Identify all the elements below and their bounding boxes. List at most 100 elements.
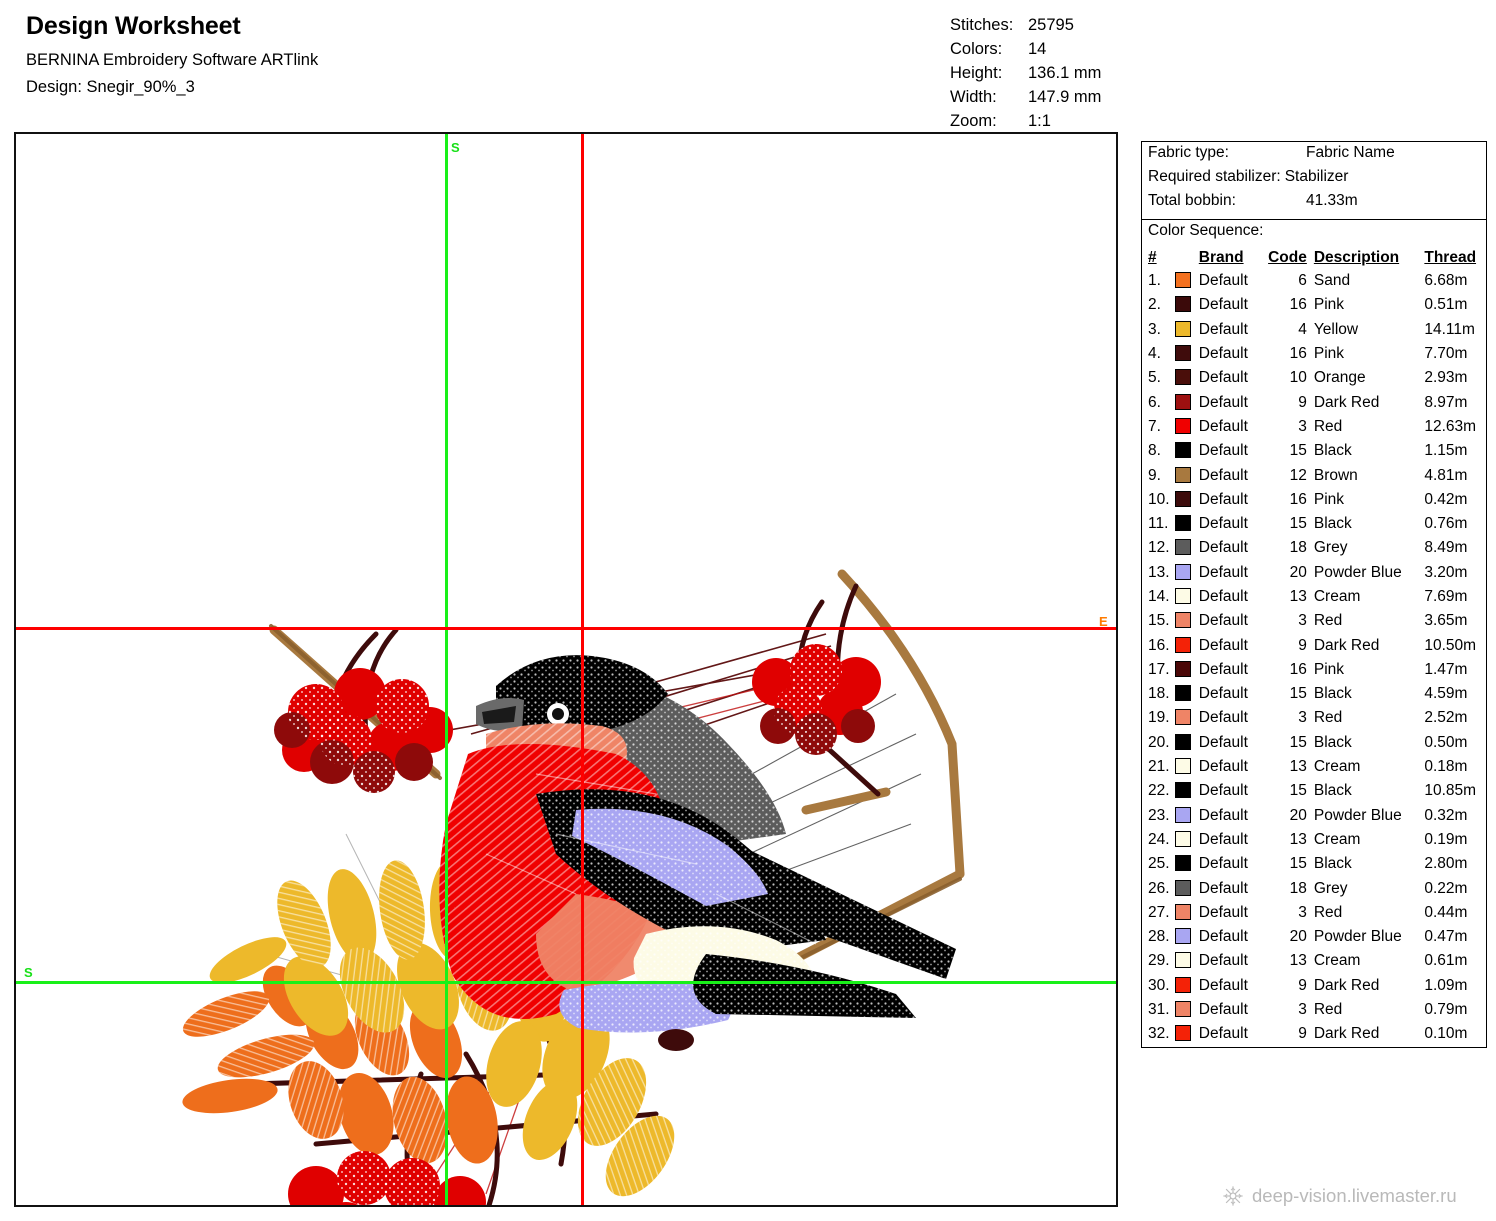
thread-color-swatch: [1174, 585, 1199, 609]
swatch-box: [1174, 588, 1191, 604]
row-thread-length: 0.22m: [1424, 879, 1468, 897]
row-brand: Default: [1198, 417, 1248, 435]
design-statistics: Stitches: 25795 Colors: 14 Height: 136.1…: [950, 16, 1101, 136]
color-sequence-row: 27. Default 3 Red 0.44m: [1142, 901, 1486, 925]
thread-color-swatch: [1174, 609, 1199, 633]
color-sequence-row: 17. Default 16 Pink 1.47m: [1142, 658, 1486, 682]
row-code: 13: [1289, 588, 1307, 605]
color-sequence-row: 10. Default 16 Pink 0.42m: [1142, 488, 1486, 512]
row-brand: Default: [1198, 855, 1248, 873]
row-number: 19.: [1148, 709, 1170, 727]
thread-color-swatch: [1174, 415, 1199, 439]
row-brand: Default: [1198, 830, 1248, 848]
color-sequence-row: 14. Default 13 Cream 7.69m: [1142, 585, 1486, 609]
row-thread-length: 10.85m: [1424, 782, 1477, 800]
row-brand: Default: [1198, 539, 1248, 557]
swatch-box: [1174, 830, 1191, 847]
color-sequence-row: 26. Default 18 Grey 0.22m: [1142, 876, 1486, 900]
row-description: Black: [1313, 855, 1352, 873]
row-code: 18: [1289, 539, 1307, 557]
swatch-box: [1174, 806, 1191, 823]
thread-color-swatch: [1174, 974, 1199, 998]
row-number: 15.: [1148, 612, 1170, 630]
row-brand: Default: [1198, 685, 1248, 703]
thread-color-swatch: [1174, 342, 1199, 366]
swatch-box: [1174, 563, 1191, 580]
row-description: Grey: [1313, 879, 1348, 897]
swatch-box: [1174, 709, 1191, 726]
row-code: 16: [1289, 660, 1307, 678]
color-sequence-row: 24. Default 13 Cream 0.19m: [1142, 828, 1486, 852]
thread-color-swatch: [1174, 876, 1199, 900]
color-sequence-row: 28. Default 20 Powder Blue 0.47m: [1142, 925, 1486, 949]
color-sequence-title: Color Sequence:: [1148, 222, 1264, 239]
thread-color-swatch: [1174, 439, 1199, 463]
design-canvas[interactable]: S E S: [14, 132, 1118, 1207]
swatch-box: [1174, 490, 1191, 507]
row-code: 6: [1298, 272, 1307, 290]
header-description: Description: [1313, 249, 1400, 266]
swatch-box: [1174, 393, 1191, 410]
row-description: Black: [1313, 442, 1352, 460]
watermark-text: deep-vision.livemaster.ru: [1252, 1185, 1457, 1206]
thread-color-swatch: [1174, 488, 1199, 512]
swatch-box: [1174, 369, 1191, 386]
bobbin-label: Total bobbin:: [1148, 192, 1236, 209]
swatch-box: [1174, 928, 1191, 945]
color-sequence-row: 16. Default 9 Dark Red 10.50m: [1142, 633, 1486, 657]
row-thread-length: 2.52m: [1424, 709, 1468, 727]
fabric-type-label: Fabric type:: [1148, 144, 1229, 161]
swatch-box: [1174, 539, 1191, 556]
bobbin-row: Total bobbin: 41.33m: [1142, 192, 1486, 216]
row-thread-length: 3.65m: [1424, 612, 1468, 630]
row-number: 23.: [1148, 806, 1170, 824]
row-thread-length: 3.20m: [1424, 563, 1468, 581]
row-number: 30.: [1148, 976, 1170, 994]
row-brand: Default: [1198, 733, 1248, 751]
row-brand: Default: [1198, 952, 1248, 970]
row-description: Cream: [1313, 952, 1361, 970]
row-description: Dark Red: [1313, 393, 1380, 411]
thread-color-swatch: [1174, 682, 1199, 706]
header-swatch: [1175, 245, 1199, 269]
swatch-box: [1174, 758, 1191, 775]
stitches-value: 25795: [1028, 16, 1074, 34]
row-number: 25.: [1148, 855, 1170, 873]
colors-label: Colors:: [950, 40, 1003, 58]
row-code: 3: [1298, 1001, 1307, 1019]
color-sequence-row: 25. Default 15 Black 2.80m: [1142, 852, 1486, 876]
color-sequence-row: 19. Default 3 Red 2.52m: [1142, 706, 1486, 730]
color-sequence-row: 18. Default 15 Black 4.59m: [1142, 682, 1486, 706]
height-label: Height:: [950, 64, 1003, 82]
color-sequence-row: 15. Default 3 Red 3.65m: [1142, 609, 1486, 633]
row-thread-length: 14.11m: [1424, 320, 1475, 338]
swatch-box: [1174, 903, 1191, 920]
row-thread-length: 0.44m: [1424, 903, 1468, 921]
embroidery-artwork: [182, 569, 965, 1205]
row-number: 14.: [1148, 588, 1170, 605]
row-code: 9: [1298, 393, 1307, 411]
row-code: 15: [1289, 782, 1307, 800]
stabilizer-label: Required stabilizer:: [1148, 168, 1281, 185]
row-number: 22.: [1148, 782, 1170, 800]
row-code: 15: [1289, 442, 1307, 460]
row-code: 3: [1298, 709, 1307, 727]
row-thread-length: 8.97m: [1424, 393, 1468, 411]
row-description: Black: [1313, 782, 1352, 800]
swatch-box: [1174, 296, 1191, 313]
row-number: 31.: [1148, 1001, 1170, 1019]
row-code: 20: [1289, 563, 1307, 581]
row-thread-length: 0.50m: [1424, 733, 1468, 751]
row-brand: Default: [1198, 612, 1248, 630]
thread-color-swatch: [1174, 536, 1199, 560]
row-description: Red: [1313, 417, 1343, 435]
stat-width: Width: 147.9 mm: [950, 88, 1101, 112]
color-sequence-row: 1. Default 6 Sand 6.68m: [1142, 269, 1486, 293]
row-thread-length: 1.15m: [1424, 442, 1468, 460]
row-description: Dark Red: [1313, 636, 1380, 654]
color-sequence-row: 5. Default 10 Orange 2.93m: [1142, 366, 1486, 390]
swatch-box: [1174, 1025, 1191, 1042]
row-thread-length: 1.47m: [1424, 660, 1468, 678]
thread-color-swatch: [1174, 318, 1199, 342]
row-thread-length: 0.61m: [1424, 952, 1468, 970]
